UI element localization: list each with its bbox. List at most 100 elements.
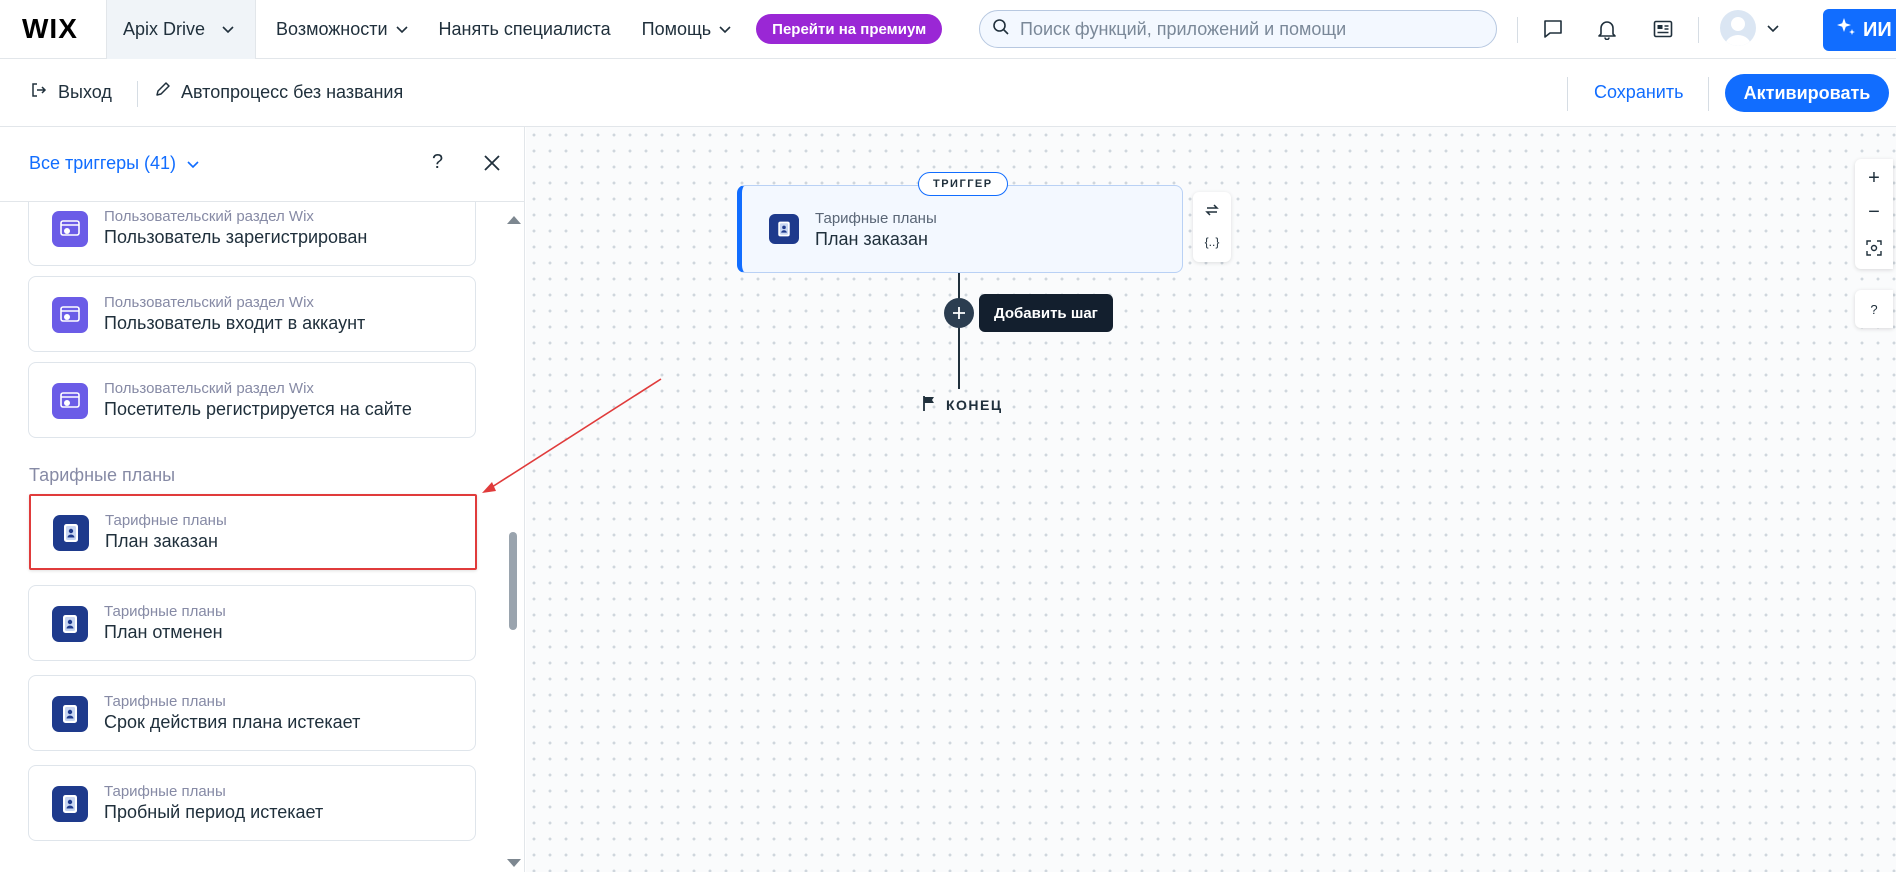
trigger-title: Пользователь входит в аккаунт — [104, 313, 366, 333]
scrollbar-thumb[interactable] — [509, 532, 517, 630]
trigger-title: Пробный период истекает — [104, 802, 324, 822]
automation-toolbar: Выход Автопроцесс без названия Сохранить… — [0, 59, 1896, 127]
triggers-panel: Все триггеры (41) ? Пользовательский раз… — [0, 127, 525, 872]
chevron-down-icon — [186, 157, 200, 171]
variables-button[interactable]: {..} — [1202, 232, 1222, 252]
ai-assistant-button[interactable]: ИИ — [1823, 9, 1896, 51]
trigger-title: Срок действия плана истекает — [104, 712, 361, 732]
divider — [1517, 17, 1518, 43]
upgrade-premium-button[interactable]: Перейти на премиум — [756, 14, 943, 44]
end-marker: КОНЕЦ — [922, 395, 1003, 414]
nav-features-label: Возможности — [276, 18, 388, 39]
save-button[interactable]: Сохранить — [1594, 82, 1683, 103]
chevron-down-icon — [718, 22, 732, 36]
step-tools: {..} — [1193, 192, 1231, 262]
all-triggers-dropdown[interactable]: Все триггеры (41) — [29, 153, 200, 174]
swap-icon[interactable] — [1202, 200, 1222, 220]
top-bar: WIX Apix Drive Возможности Нанять специа… — [0, 0, 1896, 59]
divider — [1708, 77, 1709, 111]
trigger-step-card[interactable]: Тарифные планы План заказан — [737, 185, 1183, 273]
connector-line — [958, 273, 960, 389]
panel-help-button[interactable]: ? — [432, 151, 443, 174]
trigger-badge: ТРИГГЕР — [918, 172, 1008, 196]
list-item[interactable]: Тарифные планы Срок действия плана истек… — [28, 675, 476, 751]
list-item[interactable]: Пользовательский раздел Wix Пользователь… — [28, 276, 476, 352]
trigger-step-category: Тарифные планы — [815, 210, 937, 227]
list-item[interactable]: Тарифные планы План отменен — [28, 585, 476, 661]
chat-icon[interactable] — [1538, 14, 1568, 44]
nav-hire-expert-label: Нанять специалиста — [438, 18, 611, 39]
zoom-in-button[interactable]: + — [1855, 161, 1893, 195]
list-item[interactable]: Пользовательский раздел Wix Посетитель р… — [28, 362, 476, 438]
trigger-category: Пользовательский раздел Wix — [104, 380, 314, 397]
triggers-list: Пользовательский раздел Wix Пользователь… — [0, 190, 500, 872]
chevron-down-icon — [395, 22, 409, 36]
chevron-down-icon — [1766, 21, 1780, 35]
scroll-down-arrow[interactable] — [507, 859, 521, 867]
divider — [1698, 17, 1699, 43]
trigger-title: Пользователь зарегистрирован — [104, 227, 368, 247]
trigger-title: План заказан — [105, 531, 218, 551]
scroll-up-arrow[interactable] — [507, 216, 521, 224]
nav-help[interactable]: Помощь — [642, 19, 733, 40]
members-icon — [52, 297, 88, 333]
close-icon[interactable] — [481, 152, 503, 174]
pricing-plans-icon — [52, 786, 88, 822]
list-item-selected[interactable]: Тарифные планы План заказан — [29, 494, 477, 570]
pricing-plans-icon — [769, 214, 799, 244]
divider — [137, 81, 138, 107]
pricing-plans-icon — [53, 515, 89, 551]
search-box[interactable] — [979, 10, 1497, 48]
canvas-help-button[interactable]: ? — [1855, 290, 1893, 328]
members-icon — [52, 383, 88, 419]
pricing-plans-icon — [52, 696, 88, 732]
site-selector[interactable]: Apix Drive — [106, 0, 256, 59]
exit-label: Выход — [58, 82, 112, 102]
members-icon — [52, 211, 88, 247]
trigger-category: Пользовательский раздел Wix — [104, 294, 314, 311]
pencil-icon — [154, 81, 171, 103]
site-name: Apix Drive — [123, 18, 206, 39]
chevron-down-icon — [221, 22, 235, 36]
end-label: КОНЕЦ — [946, 396, 1003, 413]
activate-button[interactable]: Активировать — [1725, 74, 1889, 112]
avatar — [1720, 10, 1756, 46]
news-icon[interactable] — [1648, 14, 1678, 44]
automation-canvas[interactable]: ТРИГГЕР Тарифные планы План заказан {..}… — [526, 127, 1896, 872]
add-step-tooltip[interactable]: Добавить шаг — [979, 294, 1113, 332]
add-step-plus-button[interactable] — [944, 298, 974, 328]
section-label: Тарифные планы — [29, 465, 176, 485]
account-menu[interactable] — [1720, 10, 1780, 46]
trigger-category: Тарифные планы — [104, 603, 226, 620]
flag-icon — [922, 395, 936, 414]
plus-icon — [953, 307, 965, 319]
nav-features[interactable]: Возможности — [276, 19, 409, 40]
nav-hire-expert[interactable]: Нанять специалиста — [439, 19, 611, 40]
nav-help-label: Помощь — [641, 18, 712, 39]
zoom-controls: + − — [1855, 159, 1893, 269]
fit-to-screen-icon[interactable] — [1855, 231, 1893, 265]
trigger-category: Тарифные планы — [105, 512, 227, 529]
pricing-plans-icon — [52, 606, 88, 642]
trigger-title: Посетитель регистрируется на сайте — [104, 399, 412, 419]
zoom-out-button[interactable]: − — [1855, 195, 1893, 229]
trigger-title: План отменен — [104, 622, 223, 642]
list-item[interactable]: Тарифные планы Пробный период истекает — [28, 765, 476, 841]
exit-icon — [30, 81, 48, 104]
search-input[interactable] — [1020, 18, 1480, 40]
sparkle-icon — [1835, 16, 1857, 44]
scrollbar[interactable] — [503, 202, 521, 872]
automation-title[interactable]: Автопроцесс без названия — [154, 81, 403, 103]
triggers-panel-header: Все триггеры (41) ? — [0, 127, 524, 202]
trigger-category: Тарифные планы — [104, 693, 226, 710]
divider — [1567, 77, 1568, 111]
ai-label: ИИ — [1863, 18, 1892, 41]
trigger-category: Тарифные планы — [104, 783, 226, 800]
trigger-category: Пользовательский раздел Wix — [104, 208, 314, 225]
search-icon — [992, 18, 1010, 41]
wix-logo[interactable]: WIX — [0, 0, 106, 59]
all-triggers-label: Все триггеры (41) — [29, 153, 177, 173]
exit-button[interactable]: Выход — [30, 81, 112, 104]
bell-icon[interactable] — [1592, 14, 1622, 44]
trigger-step-title: План заказан — [815, 229, 928, 249]
